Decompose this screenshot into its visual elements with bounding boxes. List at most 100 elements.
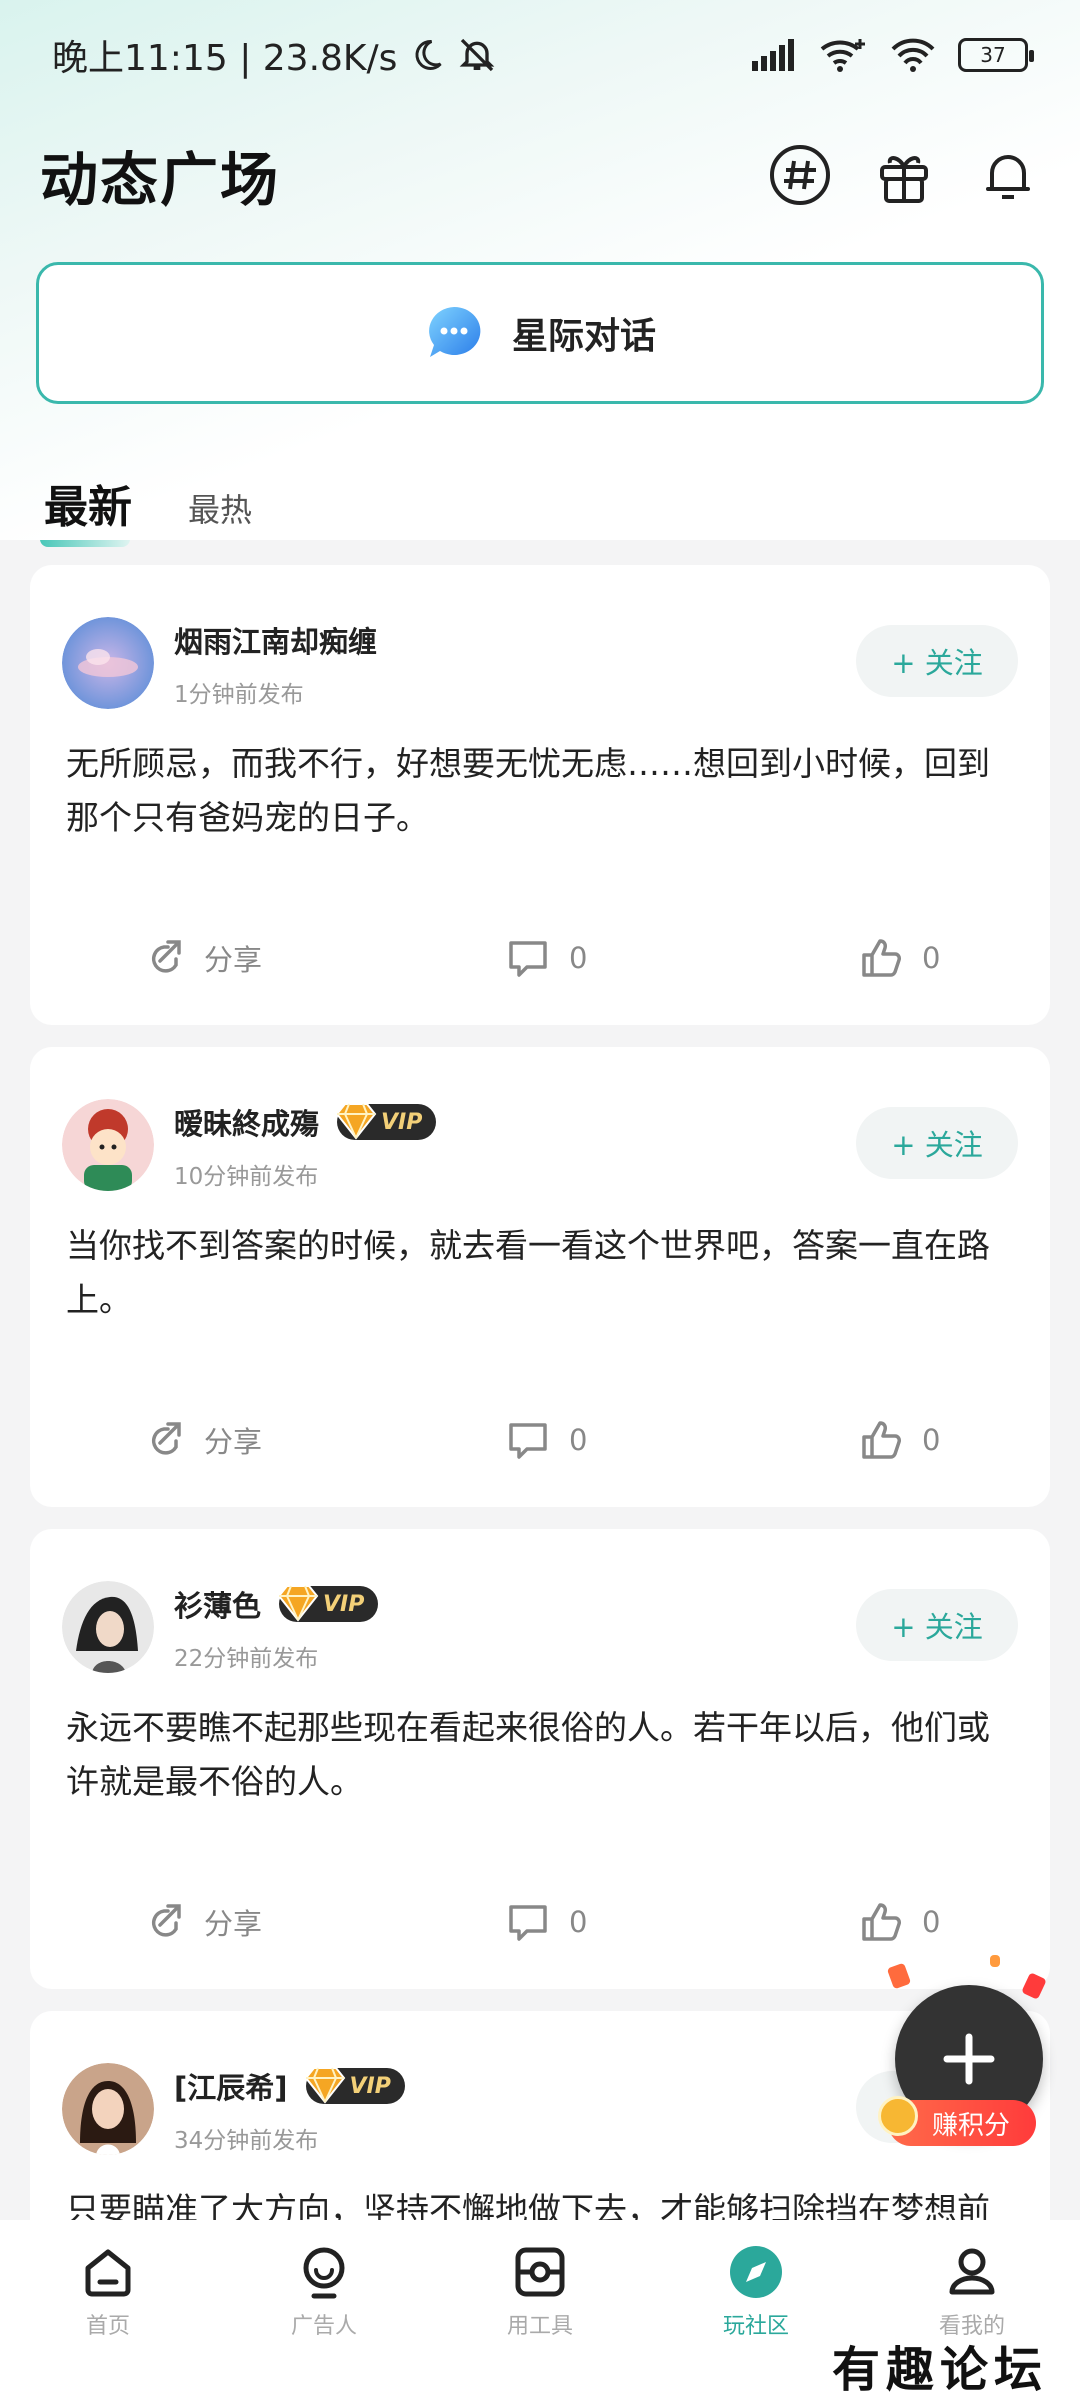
vip-label: VIP	[349, 2073, 391, 2099]
nav-label: 首页	[85, 2314, 130, 2339]
hashtag-icon[interactable]	[768, 143, 832, 207]
nav-item-advertiser[interactable]: 广告人	[234, 2242, 414, 2400]
like-button[interactable]: 0	[858, 1899, 940, 1945]
share-label: 分享	[204, 1425, 263, 1459]
user-row: 衫薄色 VIP	[174, 1583, 379, 1625]
gift-icon[interactable]	[872, 143, 936, 207]
nav-item-home[interactable]: 首页	[18, 2242, 198, 2400]
like-count: 0	[922, 1423, 941, 1457]
post-text[interactable]: 无所顾忌，而我不行，好想要无忧无虑……想回到小时候，回到那个只有爸妈宠的日子。	[66, 737, 1016, 845]
share-icon	[151, 1904, 181, 1937]
like-button[interactable]: 0	[858, 935, 940, 981]
plus-icon	[943, 2033, 995, 2085]
share-icon	[151, 1422, 181, 1455]
follow-button[interactable]: + 关注	[856, 625, 1018, 697]
tab-latest[interactable]: 最新	[40, 471, 132, 547]
vip-badge: VIP	[277, 1585, 379, 1622]
wifi-icon	[891, 38, 935, 72]
nav-label: 广告人	[290, 2314, 357, 2339]
page-header: 动态广场	[40, 125, 1040, 225]
avatar[interactable]	[62, 1581, 154, 1673]
post-text[interactable]: 当你找不到答案的时候，就去看一看这个世界吧，答案一直在路上。	[66, 1219, 1016, 1327]
comment-button[interactable]: 0	[505, 1417, 587, 1463]
vip-label: VIP	[323, 1591, 365, 1617]
post-time: 1分钟前发布	[174, 682, 304, 708]
avatar[interactable]	[62, 1099, 154, 1191]
comment-count: 0	[569, 1905, 588, 1939]
nav-label: 玩社区	[722, 2314, 789, 2339]
nav-item-tools[interactable]: 用工具	[450, 2242, 630, 2400]
like-count: 0	[922, 941, 941, 975]
avatar[interactable]	[62, 2063, 154, 2155]
comment-button[interactable]: 0	[505, 1899, 587, 1945]
silent-bell-icon	[460, 38, 495, 72]
avatar[interactable]	[62, 617, 154, 709]
post-card[interactable]: 暧昧終成殤 VIP 10分钟前发布 + 关注 当你找不到答案的时候，就去看一看这…	[30, 1047, 1050, 1507]
username[interactable]: 暧昧終成殤	[174, 1101, 319, 1143]
home-icon	[85, 2249, 131, 2297]
bell-icon[interactable]	[976, 143, 1040, 207]
confetti-decoration	[990, 1955, 1000, 1967]
post-card[interactable]: 衫薄色 VIP 22分钟前发布 + 关注 永远不要瞧不起那些现在看起来很俗的人。…	[30, 1529, 1050, 1989]
user-row: [江辰希] VIP	[174, 2065, 405, 2107]
feed-tabs: 最新 最热	[40, 455, 252, 547]
user-row: 暧昧終成殤 VIP	[174, 1101, 437, 1143]
post-time: 10分钟前发布	[174, 1164, 319, 1190]
thumbs-up-icon	[862, 1903, 901, 1941]
community-icon	[730, 2246, 782, 2298]
nav-item-community[interactable]: 玩社区	[666, 2242, 846, 2400]
comment-count: 0	[569, 941, 588, 975]
status-right: 37	[752, 37, 1034, 73]
diamond-icon	[304, 2067, 345, 2104]
like-button[interactable]: 0	[858, 1417, 940, 1463]
vip-badge: VIP	[335, 1103, 437, 1140]
post-actions: 分享 0 0	[30, 1405, 1050, 1475]
status-bar: 晚上11:15 | 23.8K/s 37	[0, 0, 1080, 110]
comment-button[interactable]: 0	[505, 935, 587, 981]
coin-icon	[878, 2096, 918, 2136]
interstellar-dialog-button[interactable]: 星际对话	[36, 262, 1044, 404]
thumbs-up-icon	[862, 1421, 901, 1459]
share-button[interactable]: 分享	[140, 935, 262, 981]
thumbs-up-icon	[862, 939, 901, 977]
post-card[interactable]: 烟雨江南却痴缠 1分钟前发布 + 关注 无所顾忌，而我不行，好想要无忧无虑……想…	[30, 565, 1050, 1025]
wifi-plus-icon	[820, 39, 865, 72]
username[interactable]: 烟雨江南却痴缠	[174, 619, 377, 661]
share-button[interactable]: 分享	[140, 1417, 262, 1463]
post-actions: 分享 0 0	[30, 1887, 1050, 1957]
post-text[interactable]: 永远不要瞧不起那些现在看起来很俗的人。若干年以后，他们或许就是最不俗的人。	[66, 1701, 1016, 1809]
battery-indicator: 37	[958, 38, 1034, 72]
status-left: 晚上11:15 | 23.8K/s	[52, 29, 497, 81]
comment-icon	[509, 1905, 547, 1941]
post-actions: 分享 0 0	[30, 923, 1050, 993]
share-button[interactable]: 分享	[140, 1899, 262, 1945]
chat-bubble-icon	[429, 306, 481, 357]
ad-person-icon	[303, 2247, 345, 2299]
follow-button[interactable]: + 关注	[856, 1107, 1018, 1179]
share-icon	[151, 940, 181, 973]
user-row: 烟雨江南却痴缠	[174, 619, 377, 661]
page-title: 动态广场	[40, 146, 281, 214]
status-time-speed: 晚上11:15 | 23.8K/s	[52, 38, 398, 79]
tools-icon	[515, 2247, 565, 2297]
vip-label: VIP	[381, 1109, 423, 1135]
post-time: 22分钟前发布	[174, 1646, 319, 1672]
watermark: 有趣论坛	[832, 2342, 1049, 2398]
moon-icon	[415, 39, 443, 70]
username[interactable]: [江辰希]	[174, 2065, 288, 2107]
profile-icon	[949, 2248, 995, 2295]
username[interactable]: 衫薄色	[174, 1583, 261, 1625]
earn-points-badge[interactable]: 赚积分	[878, 2096, 1036, 2146]
tab-hottest[interactable]: 最热	[188, 485, 252, 535]
header-icons	[768, 143, 1040, 207]
diamond-icon	[277, 1585, 319, 1622]
diamond-icon	[335, 1103, 377, 1140]
comment-count: 0	[569, 1423, 588, 1457]
like-count: 0	[922, 1905, 941, 1939]
signal-icon	[752, 39, 794, 71]
share-label: 分享	[204, 943, 263, 977]
post-time: 34分钟前发布	[174, 2128, 319, 2154]
nav-label: 用工具	[506, 2314, 573, 2339]
comment-icon	[509, 1423, 547, 1459]
follow-button[interactable]: + 关注	[856, 1589, 1018, 1661]
